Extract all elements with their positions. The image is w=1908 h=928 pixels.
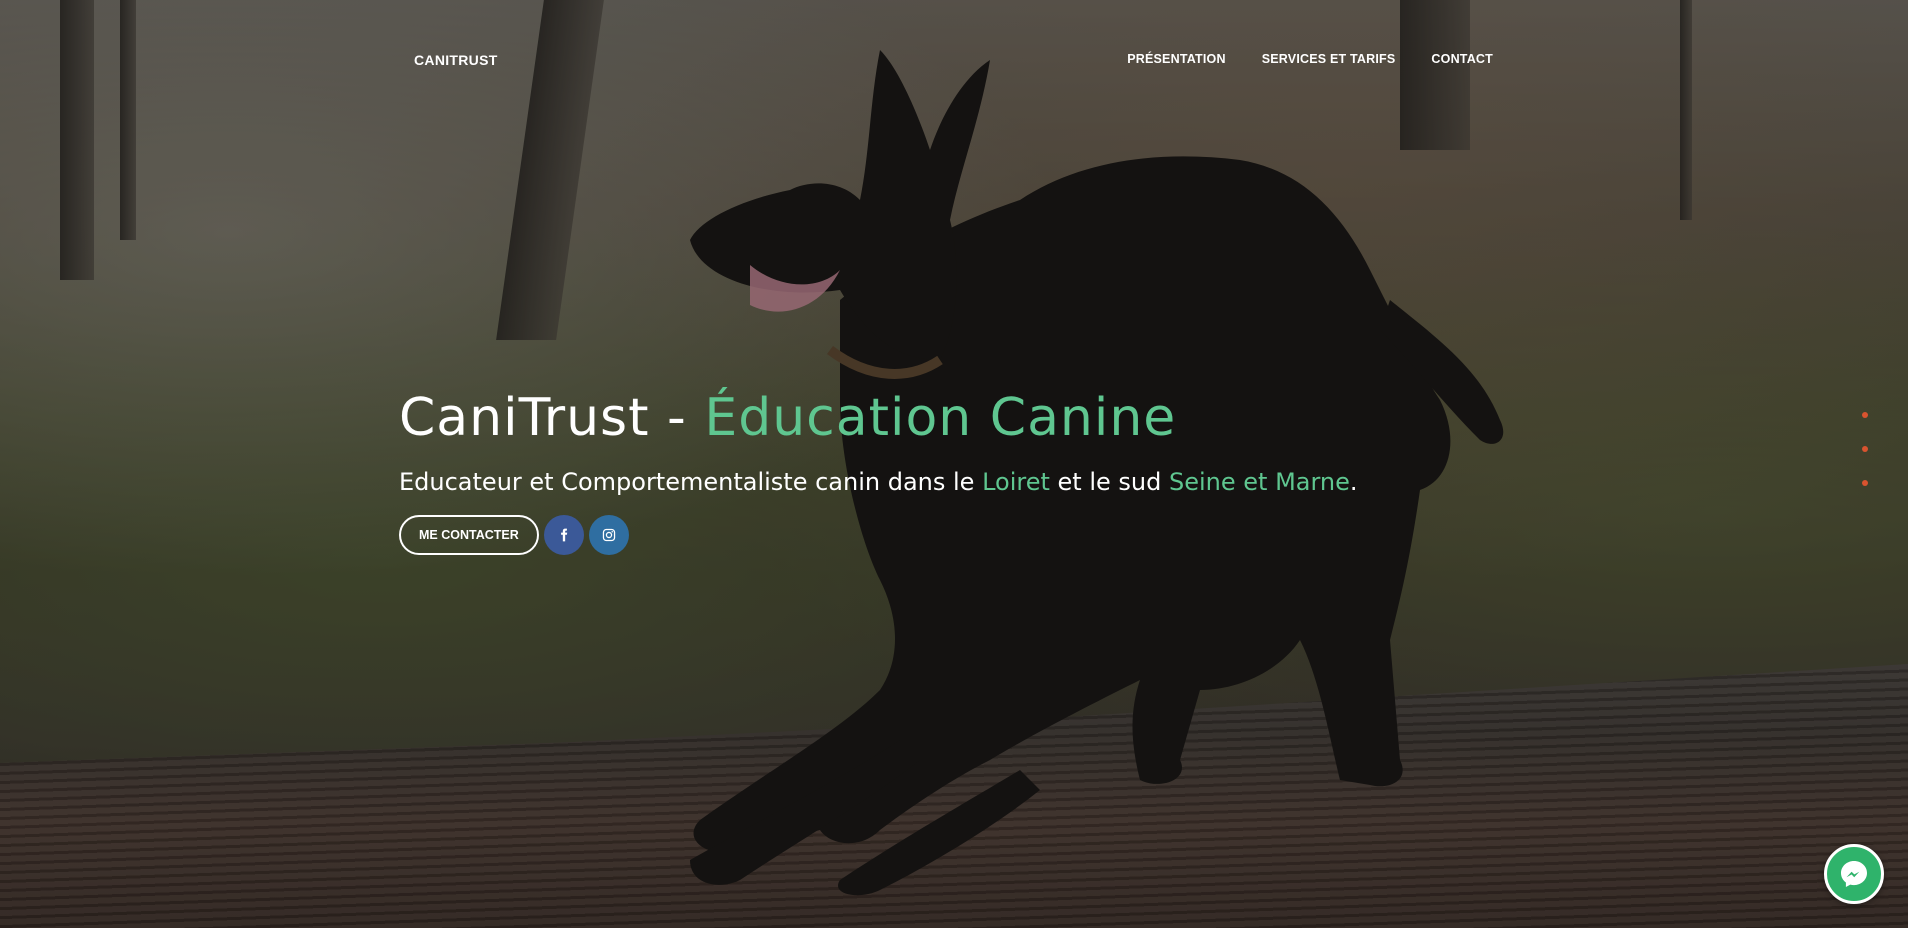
- subtitle-text: Educateur et Comportementaliste canin da…: [399, 468, 983, 496]
- facebook-icon: [560, 528, 567, 542]
- messenger-icon: [1841, 861, 1867, 887]
- subtitle-location-seine-et-marne: Seine et Marne: [1168, 468, 1350, 496]
- hero-title-accent: Éducation Canine: [704, 388, 1177, 448]
- hero-title: CaniTrust - Éducation Canine: [399, 385, 1499, 451]
- brand-logo[interactable]: CANITRUST: [414, 52, 498, 68]
- hero-subtitle: Educateur et Comportementaliste canin da…: [399, 465, 1499, 499]
- facebook-button[interactable]: [543, 515, 584, 555]
- section-dots-nav: [1862, 412, 1868, 486]
- instagram-button[interactable]: [588, 515, 629, 555]
- hero-title-main: CaniTrust -: [399, 388, 705, 448]
- section-dot[interactable]: [1862, 446, 1868, 452]
- subtitle-text: et le sud: [1049, 468, 1169, 496]
- main-nav: PRÉSENTATION SERVICES ET TARIFS CONTACT: [1127, 52, 1493, 66]
- instagram-icon: [602, 528, 615, 542]
- hero-section: CaniTrust - Éducation Canine Educateur e…: [399, 385, 1499, 555]
- subtitle-location-loiret: Loiret: [982, 468, 1050, 496]
- section-dot[interactable]: [1862, 480, 1868, 486]
- contact-button[interactable]: ME CONTACTER: [399, 515, 539, 555]
- top-navbar: CANITRUST PRÉSENTATION SERVICES ET TARIF…: [0, 0, 1908, 120]
- nav-item-contact[interactable]: CONTACT: [1431, 52, 1493, 66]
- nav-item-services-tarifs[interactable]: SERVICES ET TARIFS: [1262, 52, 1396, 66]
- section-dot[interactable]: [1862, 412, 1868, 418]
- hero-actions: ME CONTACTER: [399, 515, 1499, 555]
- messenger-chat-button[interactable]: [1824, 844, 1884, 904]
- nav-item-presentation[interactable]: PRÉSENTATION: [1127, 52, 1225, 66]
- subtitle-text: .: [1349, 468, 1358, 496]
